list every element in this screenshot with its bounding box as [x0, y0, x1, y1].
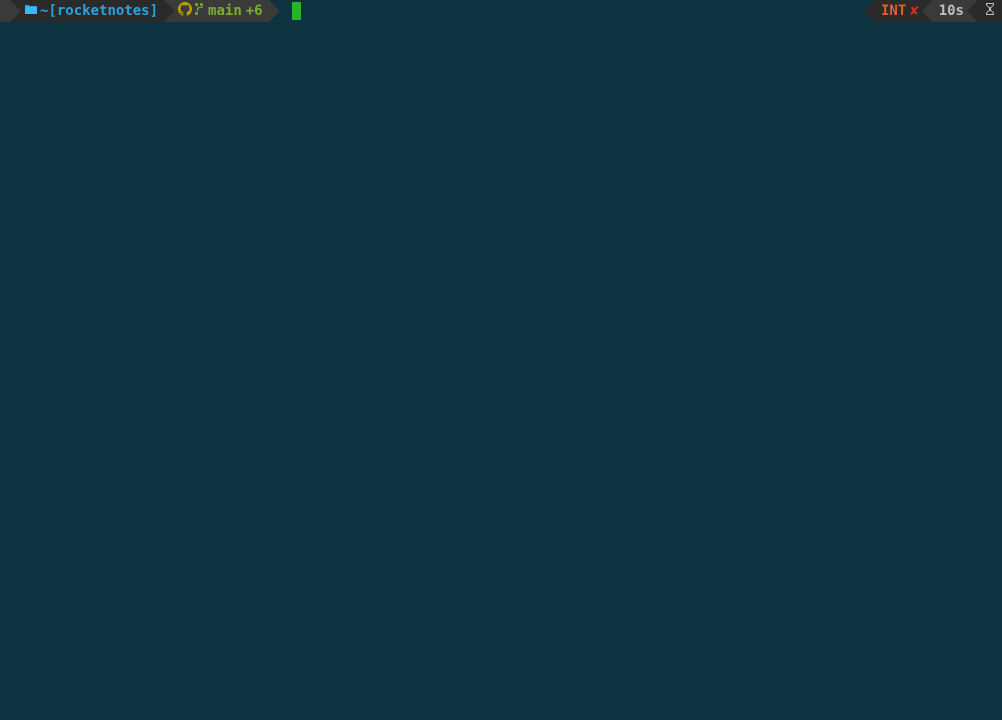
git-segment: main +6	[164, 0, 269, 22]
git-branch-icon	[194, 2, 204, 20]
signal-label: INT	[881, 3, 906, 19]
terminal-cursor[interactable]	[292, 2, 301, 20]
separator-arrow	[10, 0, 21, 22]
separator-arrow	[269, 0, 280, 22]
separator-arrow	[864, 0, 875, 22]
duration-text: 10s	[939, 3, 964, 19]
os-segment	[0, 0, 10, 22]
github-icon	[178, 2, 192, 20]
path-tilde: ~	[40, 3, 48, 19]
separator-arrow	[967, 0, 978, 22]
separator-arrow	[922, 0, 933, 22]
path-segment: ~ [ rocketnotes ]	[10, 0, 164, 22]
path-directory: rocketnotes	[57, 3, 150, 19]
folder-icon	[24, 3, 38, 19]
git-branch-name: main	[208, 3, 242, 19]
path-open-bracket: [	[48, 3, 56, 19]
terminal-prompt[interactable]: ~ [ rocketnotes ] main +6 INT ✘ 10s	[0, 0, 1002, 22]
hourglass-icon	[984, 2, 996, 20]
git-changes-count: +6	[246, 3, 263, 19]
path-close-bracket: ]	[150, 3, 158, 19]
separator-arrow	[164, 0, 175, 22]
clock-segment	[978, 0, 1002, 22]
signal-mark-icon: ✘	[910, 3, 918, 19]
status-right: INT ✘ 10s	[864, 0, 1002, 22]
